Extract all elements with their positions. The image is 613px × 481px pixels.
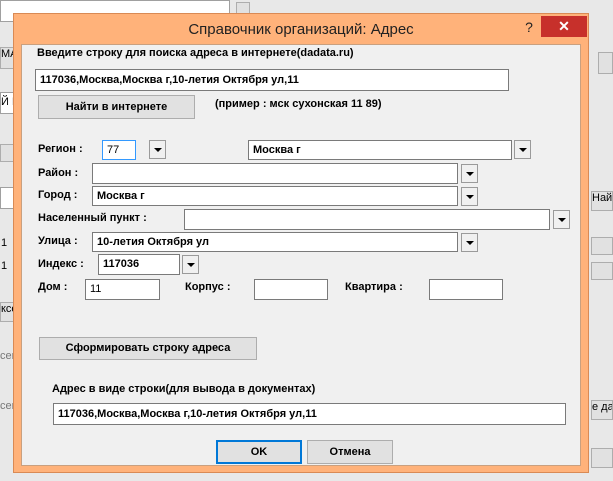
background-field[interactable]: Й Н xyxy=(0,92,20,114)
region-name-dropdown-icon[interactable] xyxy=(514,140,531,159)
background-text: е да xyxy=(592,401,613,413)
background-button[interactable]: Найт xyxy=(591,191,613,211)
background-button[interactable] xyxy=(591,448,613,468)
address-dialog: Справочник организаций: Адрес ? ✕ Введит… xyxy=(13,13,589,473)
building-label: Корпус : xyxy=(185,281,231,293)
region-code-input[interactable]: 77 xyxy=(102,140,136,160)
settlement-label: Населенный пункт : xyxy=(38,212,147,224)
apartment-input[interactable] xyxy=(429,279,503,300)
background-text: 1 xyxy=(1,237,8,249)
background-button[interactable] xyxy=(591,237,613,255)
background-button[interactable] xyxy=(598,52,613,74)
district-input[interactable] xyxy=(92,163,458,184)
region-name-input[interactable]: Москва г xyxy=(248,140,512,160)
district-dropdown-icon[interactable] xyxy=(461,164,478,183)
region-code-dropdown-icon[interactable] xyxy=(149,140,166,159)
city-label: Город : xyxy=(38,189,78,201)
street-input[interactable]: 10-летия Октября ул xyxy=(92,232,458,252)
dialog-body: Введите строку для поиска адреса в интер… xyxy=(21,44,581,466)
region-label: Регион : xyxy=(38,143,83,155)
district-label: Район : xyxy=(38,167,79,179)
apartment-label: Квартира : xyxy=(345,281,403,293)
address-line-input[interactable]: 117036,Москва,Москва г,10-летия Октября … xyxy=(53,403,566,425)
form-address-button[interactable]: Сформировать строку адреса xyxy=(39,337,257,360)
settlement-dropdown-icon[interactable] xyxy=(553,210,570,229)
background-tab[interactable]: МАНА xyxy=(0,47,14,69)
search-input[interactable]: 117036,Москва,Москва г,10-летия Октября … xyxy=(35,69,509,91)
help-icon[interactable]: ? xyxy=(519,17,539,37)
street-dropdown-icon[interactable] xyxy=(461,233,478,252)
city-dropdown-icon[interactable] xyxy=(461,187,478,206)
city-input[interactable]: Москва г xyxy=(92,186,458,206)
background-text: Найт xyxy=(592,192,613,204)
background-text: 1 xyxy=(1,260,8,272)
background-field[interactable] xyxy=(0,187,14,209)
settlement-input[interactable] xyxy=(184,209,550,230)
close-icon[interactable]: ✕ xyxy=(541,16,587,37)
building-input[interactable] xyxy=(254,279,328,300)
index-input[interactable]: 117036 xyxy=(98,254,180,275)
cancel-button[interactable]: Отмена xyxy=(307,440,393,464)
street-label: Улица : xyxy=(38,235,78,247)
background-button[interactable] xyxy=(591,262,613,280)
address-line-label: Адрес в виде строки(для вывода в докумен… xyxy=(52,383,316,395)
background-button[interactable]: е да xyxy=(591,400,613,420)
index-label: Индекс : xyxy=(38,258,84,270)
house-input[interactable]: 11 xyxy=(85,279,160,300)
search-internet-button[interactable]: Найти в интернете xyxy=(38,95,195,119)
dialog-titlebar[interactable]: Справочник организаций: Адрес ? ✕ xyxy=(14,14,588,44)
background-button[interactable] xyxy=(0,144,14,162)
search-example: (пример : мск сухонская 11 89) xyxy=(215,98,382,110)
search-label: Введите строку для поиска адреса в интер… xyxy=(37,47,354,59)
background-button[interactable]: ксе xyxy=(0,302,14,322)
ok-button[interactable]: OK xyxy=(216,440,302,464)
house-label: Дом : xyxy=(38,281,68,293)
dialog-title: Справочник организаций: Адрес xyxy=(188,21,414,38)
index-dropdown-icon[interactable] xyxy=(182,255,199,274)
